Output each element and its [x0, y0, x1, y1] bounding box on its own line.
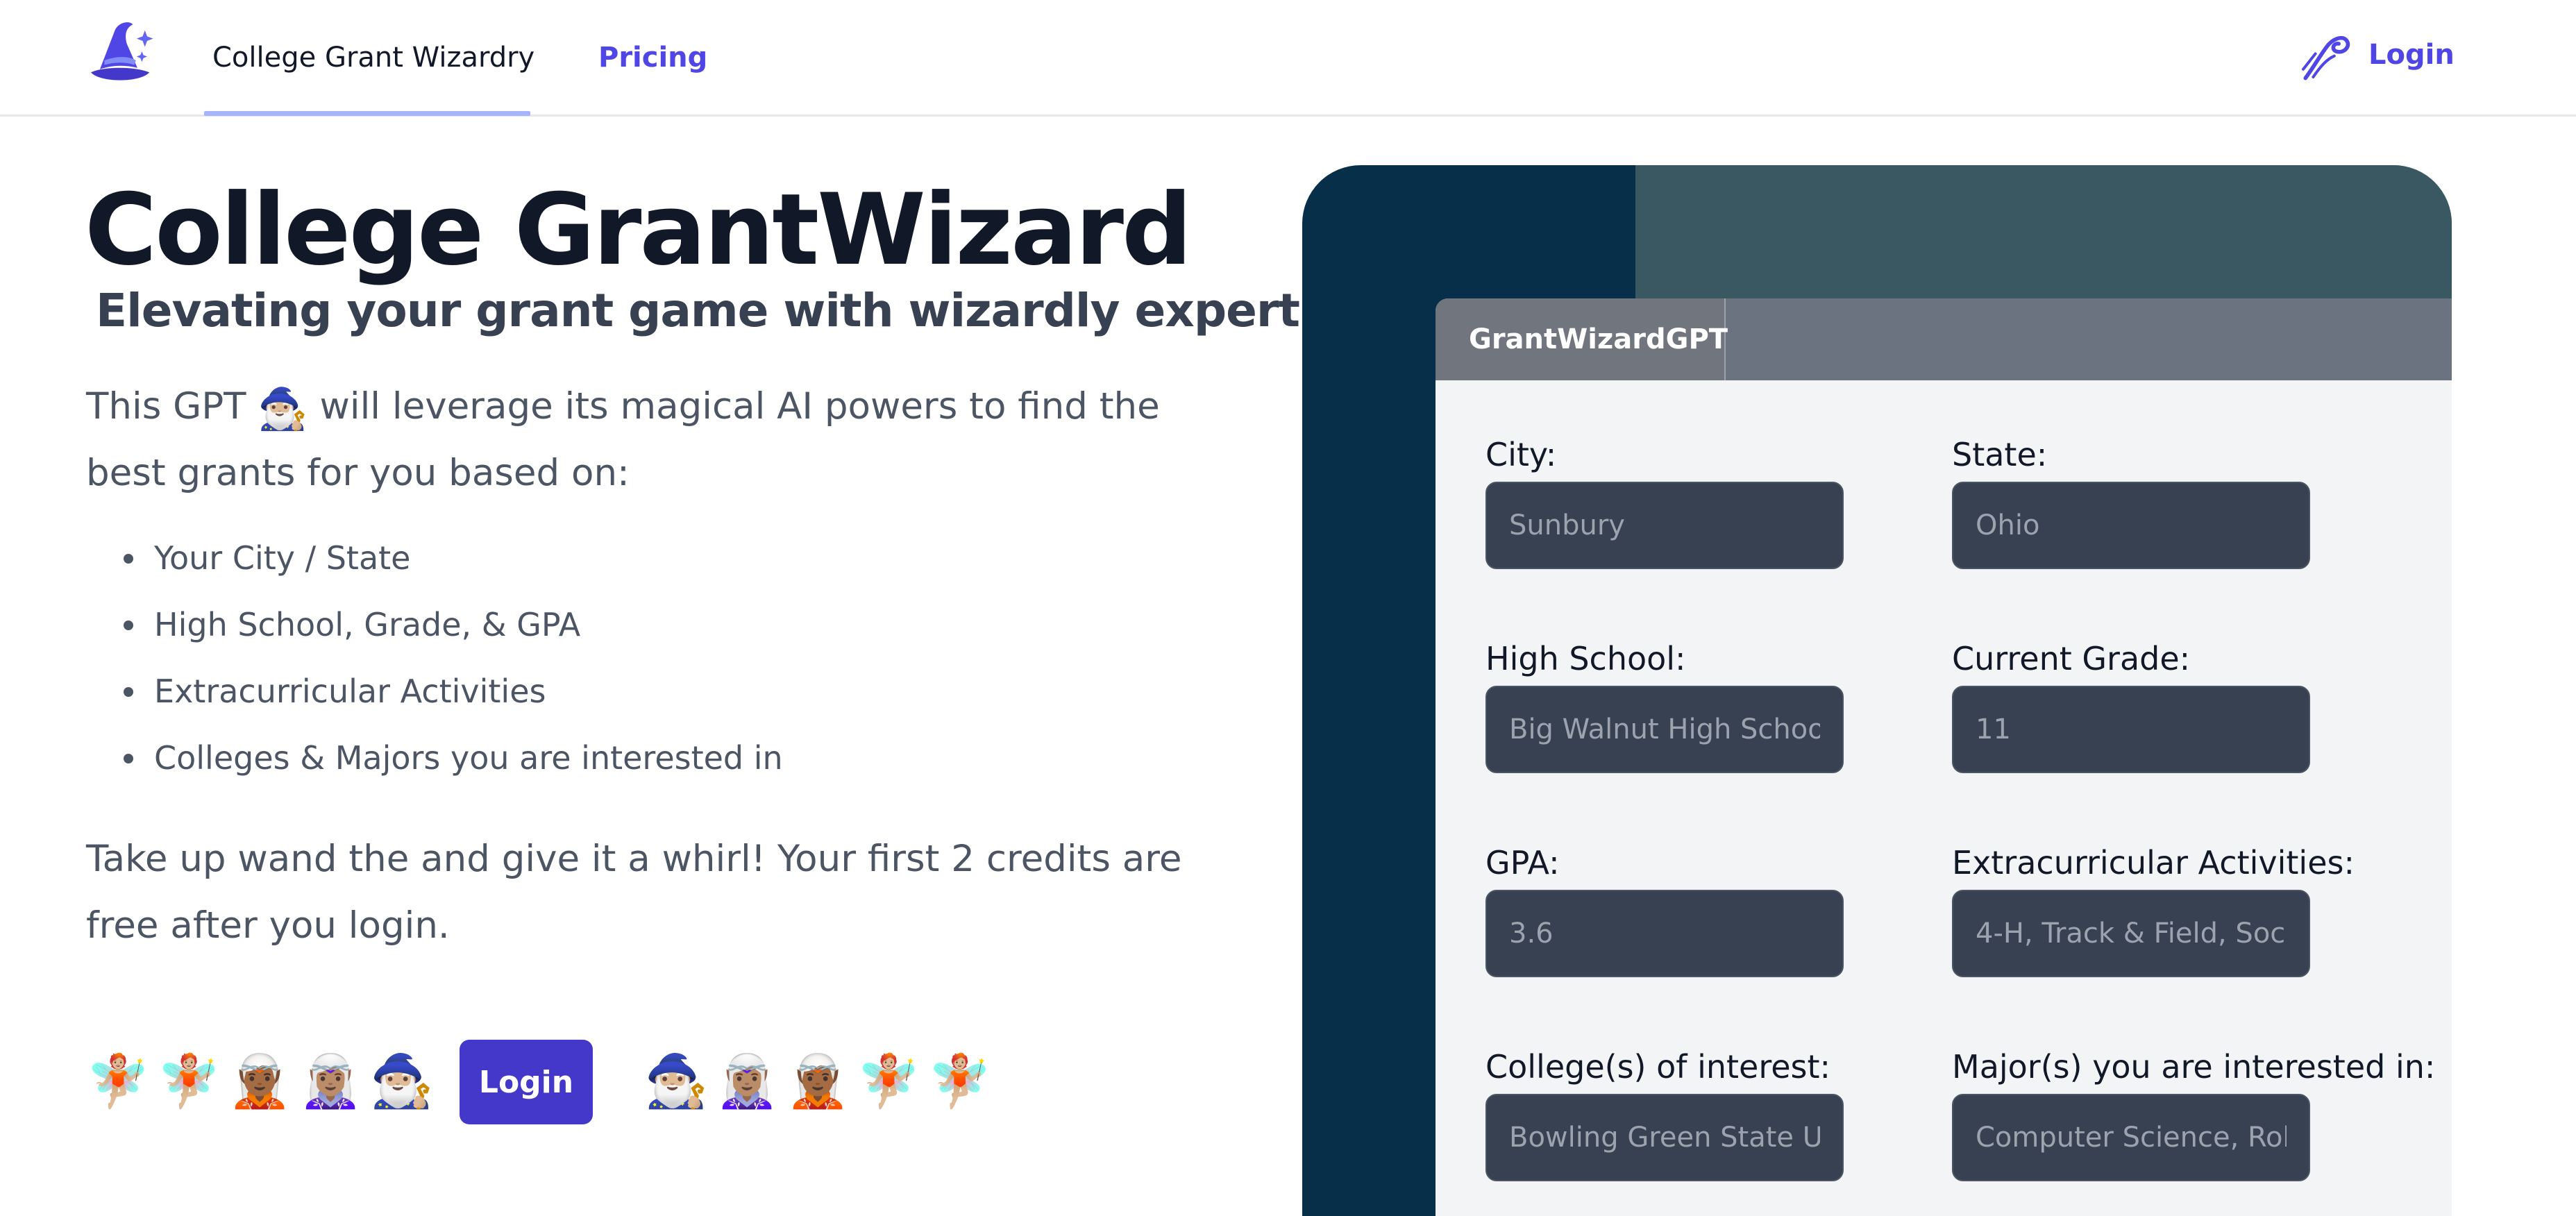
wizard-emoji-icon: 🧙🏼‍♂️ [369, 1052, 434, 1111]
hero-subtitle: Elevating your grant game with wizardly … [96, 284, 1392, 337]
extracurricular-label: Extracurricular Activities: [1952, 844, 2355, 881]
emoji-row-left: 🧚🏼 🧚🏼 🧝🏾 🧝🏽‍♀️ 🧙🏼‍♂️ [86, 1047, 434, 1116]
feature-list: Your City / State High School, Grade, & … [124, 525, 783, 791]
fairy-emoji-icon: 🧚🏼 [927, 1052, 992, 1111]
nav-login-label: Login [2368, 39, 2455, 71]
extracurricular-input[interactable] [1952, 890, 2310, 977]
wizard-emoji-icon: 🧙🏼‍♂️ [258, 385, 308, 432]
fairy-emoji-icon: 🧚🏼 [857, 1052, 921, 1111]
top-navbar: College Grant Wizardry Pricing Login [0, 0, 2576, 117]
nav-login-link[interactable]: Login [2298, 24, 2455, 86]
majors-label: Major(s) you are interested in: [1952, 1048, 2436, 1086]
list-item: Colleges & Majors you are interested in [124, 725, 783, 791]
active-nav-underline [204, 111, 530, 116]
fairy-emoji-icon: 🧚🏼 [86, 1052, 151, 1111]
nav-pricing-link[interactable]: Pricing [598, 0, 707, 115]
tab-grantwizardgpt[interactable]: GrantWizardGPT [1436, 298, 1728, 380]
high-school-label: High School: [1485, 640, 1686, 677]
intro-prefix: This GPT [86, 385, 246, 428]
state-label: State: [1952, 436, 2048, 473]
colleges-label: College(s) of interest: [1485, 1048, 1831, 1086]
fairy-emoji-icon: 🧚🏼 [157, 1052, 221, 1111]
elf-woman-emoji-icon: 🧝🏽‍♀️ [298, 1052, 363, 1111]
majors-input[interactable] [1952, 1094, 2310, 1181]
app-preview-mockup: GrantWizardGPT City: State: High School:… [1302, 165, 2452, 1216]
elf-emoji-icon: 🧝🏾 [228, 1052, 292, 1111]
wizard-hat-icon[interactable] [82, 14, 157, 89]
hero-intro: This GPT 🧙🏼‍♂️ will leverage its magical… [86, 373, 1169, 507]
wizard-emoji-icon: 🧙🏼‍♂️ [644, 1052, 709, 1111]
mockup-window: GrantWizardGPT City: State: High School:… [1436, 298, 2452, 1216]
intro-suffix: will leverage its magical AI powers to f… [86, 385, 1160, 494]
colleges-input[interactable] [1485, 1094, 1844, 1181]
current-grade-label: Current Grade: [1952, 640, 2191, 677]
elf-emoji-icon: 🧝🏾 [786, 1052, 850, 1111]
elf-woman-emoji-icon: 🧝🏽‍♀️ [715, 1052, 780, 1111]
mockup-tabbar: GrantWizardGPT [1436, 298, 2452, 380]
hero-title: College GrantWizard [85, 173, 1193, 287]
hero-outro: Take up wand the and give it a whirl! Yo… [86, 838, 1182, 947]
city-input[interactable] [1485, 482, 1844, 569]
gpa-label: GPA: [1485, 844, 1560, 881]
list-item: Extracurricular Activities [124, 658, 783, 725]
gpa-input[interactable] [1485, 890, 1844, 977]
mockup-header-band [1635, 165, 2452, 298]
nav-brand-link[interactable]: College Grant Wizardry [204, 0, 543, 115]
list-item: High School, Grade, & GPA [124, 591, 783, 658]
state-input[interactable] [1952, 482, 2310, 569]
login-button[interactable]: Login [460, 1040, 593, 1124]
current-grade-input[interactable] [1952, 686, 2310, 773]
list-item: Your City / State [124, 525, 783, 591]
high-school-input[interactable] [1485, 686, 1844, 773]
city-label: City: [1485, 436, 1557, 473]
magic-swirl-icon [2302, 35, 2350, 81]
emoji-row-right: 🧙🏼‍♂️ 🧝🏽‍♀️ 🧝🏾 🧚🏼 🧚🏼 [644, 1047, 992, 1116]
